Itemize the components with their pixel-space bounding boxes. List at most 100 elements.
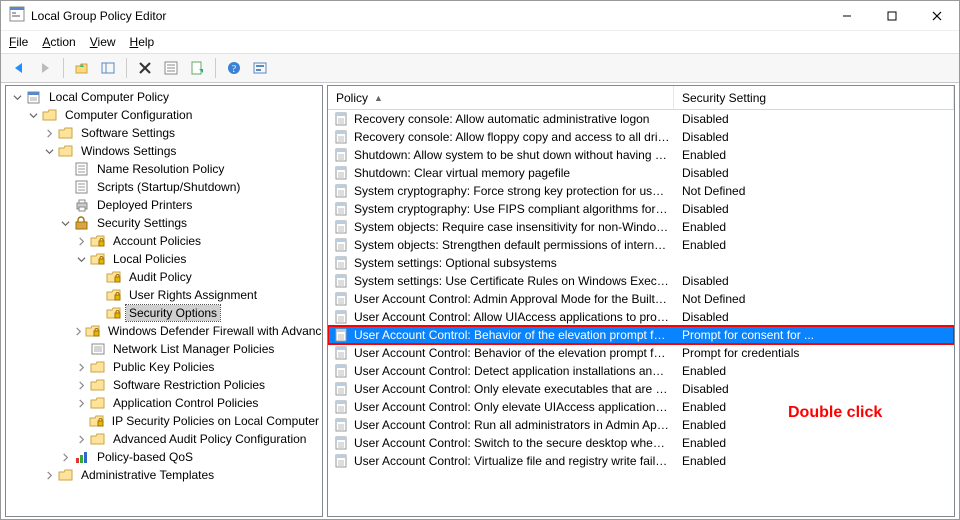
tree-item-label: Local Policies [110, 251, 189, 267]
maximize-button[interactable] [869, 1, 914, 31]
policy-name: User Account Control: Admin Approval Mod… [354, 292, 674, 306]
tree-administrative-templates[interactable]: Administrative Templates [6, 466, 322, 484]
tree-local-policies[interactable]: Local Policies [6, 250, 322, 268]
tree-account-policies[interactable]: Account Policies [6, 232, 322, 250]
list-body[interactable]: Recovery console: Allow automatic admini… [328, 110, 954, 516]
tree-public-key-policies[interactable]: Public Key Policies [6, 358, 322, 376]
policy-row[interactable]: System cryptography: Use FIPS compliant … [328, 200, 954, 218]
menu-file[interactable]: File [9, 35, 28, 49]
tree-security-options[interactable]: Security Options [6, 304, 322, 322]
policy-setting: Disabled [674, 166, 954, 180]
back-button[interactable] [7, 56, 31, 80]
toolbar: ? [1, 53, 959, 83]
column-header-setting[interactable]: Security Setting [674, 86, 954, 109]
policy-icon [334, 219, 350, 235]
minimize-button[interactable] [824, 1, 869, 31]
policy-row[interactable]: User Account Control: Only elevate UIAcc… [328, 398, 954, 416]
tree-audit-policy[interactable]: Audit Policy [6, 268, 322, 286]
policy-icon [334, 201, 350, 217]
folder-icon [74, 215, 90, 231]
titlebar: Local Group Policy Editor [1, 1, 959, 31]
policy-setting: Enabled [674, 436, 954, 450]
export-list-button[interactable] [185, 56, 209, 80]
tree-pane[interactable]: Local Computer PolicyComputer Configurat… [5, 85, 323, 517]
folder-icon [106, 305, 122, 321]
policy-name: Recovery console: Allow automatic admini… [354, 112, 674, 126]
policy-row[interactable]: User Account Control: Virtualize file an… [328, 452, 954, 470]
forward-button[interactable] [33, 56, 57, 80]
tree-windows-defender-firewall[interactable]: Windows Defender Firewall with Advanced … [6, 322, 322, 340]
tree-application-control-policies[interactable]: Application Control Policies [6, 394, 322, 412]
tree-root[interactable]: Local Computer Policy [6, 88, 322, 106]
svg-text:?: ? [232, 64, 237, 75]
filter-button[interactable] [248, 56, 272, 80]
tree-item-label: Account Policies [110, 233, 204, 249]
menu-help[interactable]: Help [130, 35, 155, 49]
policy-row[interactable]: User Account Control: Admin Approval Mod… [328, 290, 954, 308]
tree-advanced-audit-policy[interactable]: Advanced Audit Policy Configuration [6, 430, 322, 448]
folder-icon [90, 377, 106, 393]
menu-action[interactable]: Action [42, 35, 75, 49]
help-button[interactable]: ? [222, 56, 246, 80]
policy-row[interactable]: User Account Control: Switch to the secu… [328, 434, 954, 452]
column-header-policy[interactable]: Policy ▲ [328, 86, 674, 109]
tree-software-settings[interactable]: Software Settings [6, 124, 322, 142]
policy-row[interactable]: Shutdown: Clear virtual memory pagefileD… [328, 164, 954, 182]
policy-name: System cryptography: Force strong key pr… [354, 184, 674, 198]
policy-name: User Account Control: Behavior of the el… [354, 328, 674, 342]
folder-icon [74, 449, 90, 465]
policy-icon [334, 165, 350, 181]
policy-icon [334, 183, 350, 199]
policy-row[interactable]: Recovery console: Allow automatic admini… [328, 110, 954, 128]
up-folder-button[interactable] [70, 56, 94, 80]
policy-row[interactable]: System cryptography: Force strong key pr… [328, 182, 954, 200]
sort-caret-icon: ▲ [374, 93, 383, 103]
policy-row[interactable]: User Account Control: Detect application… [328, 362, 954, 380]
tree-name-resolution-policy[interactable]: Name Resolution Policy [6, 160, 322, 178]
policy-setting: Disabled [674, 274, 954, 288]
tree-policy-based-qos[interactable]: Policy-based QoS [6, 448, 322, 466]
toolbar-separator [126, 58, 127, 78]
policy-icon [334, 129, 350, 145]
policy-row[interactable]: User Account Control: Behavior of the el… [328, 326, 954, 344]
properties-button[interactable] [159, 56, 183, 80]
policy-setting: Enabled [674, 400, 954, 414]
tree-security-settings[interactable]: Security Settings [6, 214, 322, 232]
close-button[interactable] [914, 1, 959, 31]
tree-ip-security-policies[interactable]: IP Security Policies on Local Computer [6, 412, 322, 430]
policy-row[interactable]: System objects: Strengthen default permi… [328, 236, 954, 254]
tree-computer-configuration[interactable]: Computer Configuration [6, 106, 322, 124]
tree-network-list-manager[interactable]: Network List Manager Policies [6, 340, 322, 358]
column-header-setting-label: Security Setting [682, 91, 766, 105]
policy-row[interactable]: System settings: Optional subsystems [328, 254, 954, 272]
tree-software-restriction-policies[interactable]: Software Restriction Policies [6, 376, 322, 394]
policy-icon [334, 273, 350, 289]
policy-icon [334, 309, 350, 325]
folder-icon [89, 413, 105, 429]
policy-row[interactable]: System settings: Use Certificate Rules o… [328, 272, 954, 290]
policy-row[interactable]: User Account Control: Allow UIAccess app… [328, 308, 954, 326]
policy-row[interactable]: User Account Control: Run all administra… [328, 416, 954, 434]
tree-scripts[interactable]: Scripts (Startup/Shutdown) [6, 178, 322, 196]
list-pane: Policy ▲ Security Setting Recovery conso… [327, 85, 955, 517]
tree-item-label: Windows Settings [78, 143, 179, 159]
tree-item-label: Advanced Audit Policy Configuration [110, 431, 309, 447]
tree-deployed-printers[interactable]: Deployed Printers [6, 196, 322, 214]
menu-view[interactable]: View [90, 35, 116, 49]
delete-button[interactable] [133, 56, 157, 80]
policy-row[interactable]: System objects: Require case insensitivi… [328, 218, 954, 236]
menubar: File Action View Help [1, 31, 959, 53]
tree-user-rights-assignment[interactable]: User Rights Assignment [6, 286, 322, 304]
policy-name: Shutdown: Clear virtual memory pagefile [354, 166, 674, 180]
folder-icon [90, 233, 106, 249]
tree-windows-settings[interactable]: Windows Settings [6, 142, 322, 160]
policy-row[interactable]: Recovery console: Allow floppy copy and … [328, 128, 954, 146]
policy-row[interactable]: Shutdown: Allow system to be shut down w… [328, 146, 954, 164]
policy-name: User Account Control: Virtualize file an… [354, 454, 674, 468]
show-hide-tree-button[interactable] [96, 56, 120, 80]
policy-row[interactable]: User Account Control: Only elevate execu… [328, 380, 954, 398]
folder-icon [74, 161, 90, 177]
folder-icon [58, 467, 74, 483]
policy-row[interactable]: User Account Control: Behavior of the el… [328, 344, 954, 362]
policy-name: User Account Control: Switch to the secu… [354, 436, 674, 450]
